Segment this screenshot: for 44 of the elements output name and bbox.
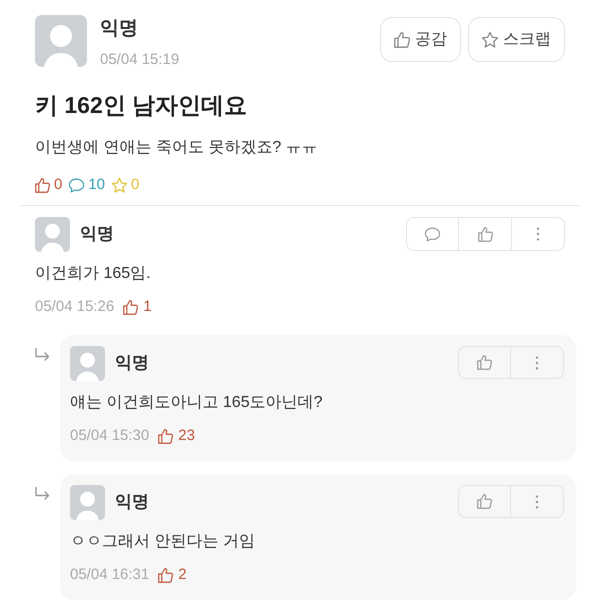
reply-arrow-icon <box>35 487 50 500</box>
comment-time: 05/04 16:31 <box>70 565 150 585</box>
post-time: 05/04 15:19 <box>100 50 180 70</box>
avatar-icon <box>35 217 70 252</box>
more-icon <box>535 356 539 370</box>
comment-count: 10 <box>88 175 106 195</box>
comment-time: 05/04 15:30 <box>70 426 150 446</box>
thumbs-up-icon <box>478 226 492 242</box>
like-count: 23 <box>178 426 195 446</box>
comment-text: ㅇㅇ그래서 안된다는 거임 <box>70 532 256 552</box>
comment-text: 이건희가 165임. <box>35 264 152 284</box>
comment-time: 05/04 15:26 <box>35 297 114 317</box>
like-count: 1 <box>143 297 152 317</box>
thumbs-up-icon <box>394 32 410 48</box>
thumbs-up-icon <box>158 428 174 444</box>
like-count: 0 <box>54 175 62 195</box>
avatar-icon <box>70 485 105 520</box>
more-icon <box>536 227 540 241</box>
like-button[interactable] <box>458 485 511 518</box>
like-button[interactable] <box>458 346 511 379</box>
author-name: 익명 <box>115 491 149 513</box>
more-button[interactable] <box>512 217 565 251</box>
post-body: 이번생에 연애는 죽어도 못하겠죠? ㅠㅠ <box>35 138 319 158</box>
like-count: 2 <box>178 565 187 585</box>
more-icon <box>535 494 539 508</box>
comment-text: 얘는 이건희도아니고 165도아닌데? <box>70 393 324 413</box>
thumbs-up-icon <box>158 568 174 582</box>
avatar-icon <box>70 346 105 381</box>
like-button[interactable]: 공감 <box>380 17 461 62</box>
thumbs-up-icon <box>477 355 492 370</box>
author-name: 익명 <box>80 223 114 245</box>
author-name: 익명 <box>115 352 149 374</box>
speech-bubble-icon <box>425 226 440 242</box>
thumbs-up-icon <box>123 300 138 314</box>
thumbs-up-icon <box>477 494 492 509</box>
like-button[interactable] <box>459 217 512 251</box>
avatar-icon <box>35 15 87 67</box>
reply-button[interactable] <box>406 217 459 251</box>
post-title: 키 162인 남자인데요 <box>35 91 248 119</box>
author-name: 익명 <box>100 17 139 41</box>
star-icon <box>482 32 498 48</box>
scrap-button[interactable]: 스크랩 <box>468 17 565 62</box>
reply-arrow-icon <box>35 348 50 361</box>
scrap-count: 0 <box>131 175 140 195</box>
